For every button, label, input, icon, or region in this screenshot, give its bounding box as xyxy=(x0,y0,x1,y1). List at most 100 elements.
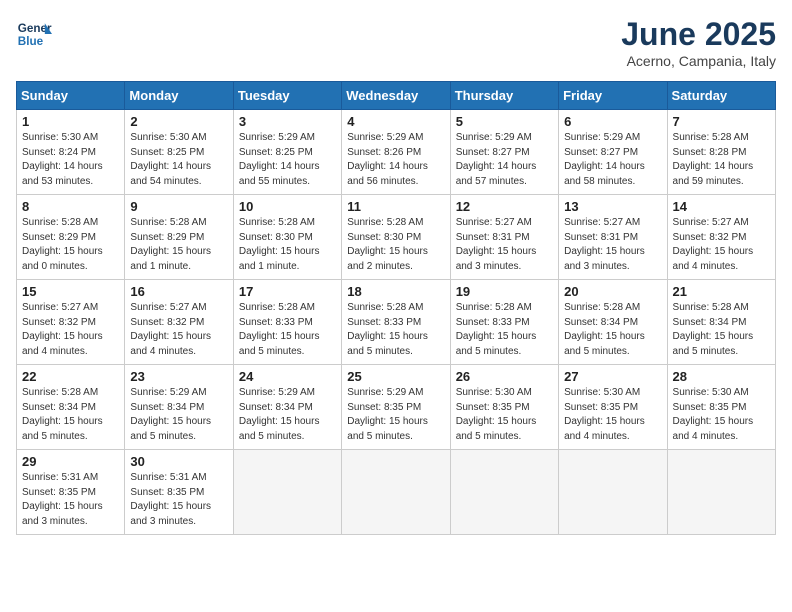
month-title: June 2025 xyxy=(621,16,776,53)
calendar-day-cell: 2 Sunrise: 5:30 AMSunset: 8:25 PMDaylight… xyxy=(125,110,233,195)
day-number: 3 xyxy=(239,114,336,129)
calendar-week-row: 1 Sunrise: 5:30 AMSunset: 8:24 PMDaylight… xyxy=(17,110,776,195)
day-info: Sunrise: 5:29 AMSunset: 8:34 PMDaylight:… xyxy=(239,386,336,444)
day-number: 8 xyxy=(22,199,119,214)
day-number: 15 xyxy=(22,284,119,299)
calendar-day-cell: 10 Sunrise: 5:28 AMSunset: 8:30 PMDayligh… xyxy=(233,195,341,280)
day-info: Sunrise: 5:29 AMSunset: 8:27 PMDaylight:… xyxy=(564,131,661,189)
page-header: General Blue June 2025 Acerno, Campania,… xyxy=(16,16,776,69)
calendar-header-row: SundayMondayTuesdayWednesdayThursdayFrid… xyxy=(17,82,776,110)
day-number: 5 xyxy=(456,114,553,129)
day-number: 14 xyxy=(673,199,770,214)
day-info: Sunrise: 5:30 AMSunset: 8:35 PMDaylight:… xyxy=(564,386,661,444)
day-number: 27 xyxy=(564,369,661,384)
calendar-day-cell: 22 Sunrise: 5:28 AMSunset: 8:34 PMDayligh… xyxy=(17,365,125,450)
day-number: 13 xyxy=(564,199,661,214)
day-info: Sunrise: 5:27 AMSunset: 8:31 PMDaylight:… xyxy=(456,216,553,274)
calendar-day-cell: 19 Sunrise: 5:28 AMSunset: 8:33 PMDayligh… xyxy=(450,280,558,365)
calendar-day-cell: 14Sunrise: 5:27 AMSunset: 8:32 PMDayligh… xyxy=(667,195,775,280)
calendar-week-row: 22 Sunrise: 5:28 AMSunset: 8:34 PMDayligh… xyxy=(17,365,776,450)
day-info: Sunrise: 5:31 AMSunset: 8:35 PMDaylight:… xyxy=(22,471,119,529)
calendar-day-cell: 3 Sunrise: 5:29 AMSunset: 8:25 PMDaylight… xyxy=(233,110,341,195)
calendar-day-cell xyxy=(450,450,558,535)
day-info: Sunrise: 5:28 AMSunset: 8:29 PMDaylight:… xyxy=(130,216,227,274)
day-number: 25 xyxy=(347,369,444,384)
day-info: Sunrise: 5:28 AMSunset: 8:34 PMDaylight:… xyxy=(673,301,770,359)
calendar-week-row: 8 Sunrise: 5:28 AMSunset: 8:29 PMDaylight… xyxy=(17,195,776,280)
day-info: Sunrise: 5:28 AMSunset: 8:33 PMDaylight:… xyxy=(347,301,444,359)
day-number: 7 xyxy=(673,114,770,129)
calendar-day-cell: 28Sunrise: 5:30 AMSunset: 8:35 PMDayligh… xyxy=(667,365,775,450)
day-info: Sunrise: 5:27 AMSunset: 8:32 PMDaylight:… xyxy=(130,301,227,359)
logo: General Blue xyxy=(16,16,52,52)
location: Acerno, Campania, Italy xyxy=(621,53,776,69)
day-number: 11 xyxy=(347,199,444,214)
day-info: Sunrise: 5:29 AMSunset: 8:25 PMDaylight:… xyxy=(239,131,336,189)
calendar-week-row: 15 Sunrise: 5:27 AMSunset: 8:32 PMDayligh… xyxy=(17,280,776,365)
day-number: 18 xyxy=(347,284,444,299)
day-number: 24 xyxy=(239,369,336,384)
svg-text:Blue: Blue xyxy=(18,35,44,48)
day-number: 10 xyxy=(239,199,336,214)
day-number: 19 xyxy=(456,284,553,299)
day-info: Sunrise: 5:28 AMSunset: 8:29 PMDaylight:… xyxy=(22,216,119,274)
col-header-sunday: Sunday xyxy=(17,82,125,110)
calendar-day-cell: 25 Sunrise: 5:29 AMSunset: 8:35 PMDayligh… xyxy=(342,365,450,450)
col-header-friday: Friday xyxy=(559,82,667,110)
day-info: Sunrise: 5:28 AMSunset: 8:33 PMDaylight:… xyxy=(456,301,553,359)
col-header-tuesday: Tuesday xyxy=(233,82,341,110)
calendar-day-cell xyxy=(559,450,667,535)
calendar-day-cell: 20Sunrise: 5:28 AMSunset: 8:34 PMDayligh… xyxy=(559,280,667,365)
day-number: 23 xyxy=(130,369,227,384)
calendar-day-cell: 17 Sunrise: 5:28 AMSunset: 8:33 PMDayligh… xyxy=(233,280,341,365)
day-number: 26 xyxy=(456,369,553,384)
calendar-day-cell: 4 Sunrise: 5:29 AMSunset: 8:26 PMDaylight… xyxy=(342,110,450,195)
calendar-day-cell: 27 Sunrise: 5:30 AMSunset: 8:35 PMDayligh… xyxy=(559,365,667,450)
logo-icon: General Blue xyxy=(16,16,52,52)
calendar-day-cell: 12 Sunrise: 5:27 AMSunset: 8:31 PMDayligh… xyxy=(450,195,558,280)
calendar-day-cell: 11Sunrise: 5:28 AMSunset: 8:30 PMDayligh… xyxy=(342,195,450,280)
calendar-day-cell: 7 Sunrise: 5:28 AMSunset: 8:28 PMDaylight… xyxy=(667,110,775,195)
day-number: 21 xyxy=(673,284,770,299)
day-info: Sunrise: 5:30 AMSunset: 8:35 PMDaylight:… xyxy=(456,386,553,444)
day-info: Sunrise: 5:31 AMSunset: 8:35 PMDaylight:… xyxy=(130,471,227,529)
day-number: 6 xyxy=(564,114,661,129)
day-info: Sunrise: 5:29 AMSunset: 8:35 PMDaylight:… xyxy=(347,386,444,444)
day-number: 4 xyxy=(347,114,444,129)
calendar-day-cell: 5 Sunrise: 5:29 AMSunset: 8:27 PMDaylight… xyxy=(450,110,558,195)
calendar-day-cell: 23 Sunrise: 5:29 AMSunset: 8:34 PMDayligh… xyxy=(125,365,233,450)
calendar-day-cell xyxy=(233,450,341,535)
day-number: 1 xyxy=(22,114,119,129)
day-info: Sunrise: 5:27 AMSunset: 8:32 PMDaylight:… xyxy=(22,301,119,359)
calendar-day-cell: 30Sunrise: 5:31 AMSunset: 8:35 PMDayligh… xyxy=(125,450,233,535)
day-info: Sunrise: 5:29 AMSunset: 8:26 PMDaylight:… xyxy=(347,131,444,189)
calendar-day-cell: 8 Sunrise: 5:28 AMSunset: 8:29 PMDaylight… xyxy=(17,195,125,280)
calendar-day-cell: 21 Sunrise: 5:28 AMSunset: 8:34 PMDayligh… xyxy=(667,280,775,365)
calendar-day-cell: 13 Sunrise: 5:27 AMSunset: 8:31 PMDayligh… xyxy=(559,195,667,280)
calendar-week-row: 29Sunrise: 5:31 AMSunset: 8:35 PMDayligh… xyxy=(17,450,776,535)
day-number: 2 xyxy=(130,114,227,129)
calendar-day-cell: 18 Sunrise: 5:28 AMSunset: 8:33 PMDayligh… xyxy=(342,280,450,365)
day-info: Sunrise: 5:29 AMSunset: 8:27 PMDaylight:… xyxy=(456,131,553,189)
col-header-saturday: Saturday xyxy=(667,82,775,110)
day-info: Sunrise: 5:30 AMSunset: 8:24 PMDaylight:… xyxy=(22,131,119,189)
day-info: Sunrise: 5:28 AMSunset: 8:33 PMDaylight:… xyxy=(239,301,336,359)
day-info: Sunrise: 5:28 AMSunset: 8:34 PMDaylight:… xyxy=(22,386,119,444)
day-number: 12 xyxy=(456,199,553,214)
day-number: 20 xyxy=(564,284,661,299)
calendar-day-cell: 16Sunrise: 5:27 AMSunset: 8:32 PMDayligh… xyxy=(125,280,233,365)
day-info: Sunrise: 5:30 AMSunset: 8:25 PMDaylight:… xyxy=(130,131,227,189)
day-number: 22 xyxy=(22,369,119,384)
title-area: June 2025 Acerno, Campania, Italy xyxy=(621,16,776,69)
day-info: Sunrise: 5:28 AMSunset: 8:28 PMDaylight:… xyxy=(673,131,770,189)
day-number: 17 xyxy=(239,284,336,299)
day-info: Sunrise: 5:29 AMSunset: 8:34 PMDaylight:… xyxy=(130,386,227,444)
day-info: Sunrise: 5:27 AMSunset: 8:31 PMDaylight:… xyxy=(564,216,661,274)
calendar-day-cell: 29Sunrise: 5:31 AMSunset: 8:35 PMDayligh… xyxy=(17,450,125,535)
calendar-day-cell: 9 Sunrise: 5:28 AMSunset: 8:29 PMDaylight… xyxy=(125,195,233,280)
calendar-day-cell xyxy=(342,450,450,535)
day-number: 9 xyxy=(130,199,227,214)
day-info: Sunrise: 5:28 AMSunset: 8:30 PMDaylight:… xyxy=(239,216,336,274)
calendar-day-cell xyxy=(667,450,775,535)
col-header-wednesday: Wednesday xyxy=(342,82,450,110)
